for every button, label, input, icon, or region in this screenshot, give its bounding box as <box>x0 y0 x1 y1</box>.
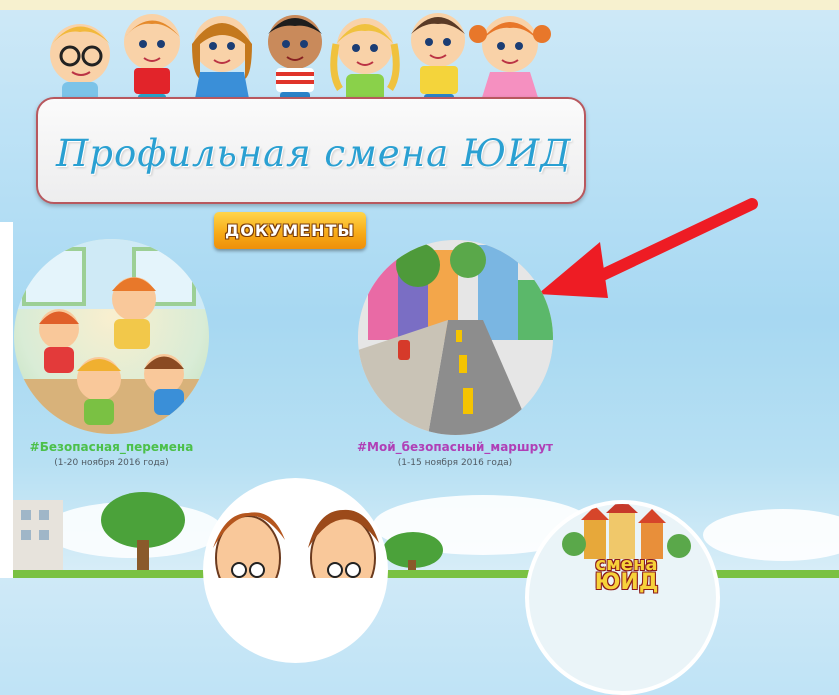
documents-button-label: ДОКУМЕНТЫ <box>225 221 355 240</box>
safe-route-card-image[interactable] <box>358 240 553 435</box>
documents-button[interactable]: ДОКУМЕНТЫ <box>214 212 366 249</box>
banner-title: Профильная смена ЮИД <box>56 132 572 175</box>
smena-yuid-logo[interactable]: смена ЮИД <box>525 500 720 695</box>
parents-card-image[interactable] <box>203 478 388 663</box>
card-date-safe-break: (1-20 ноября 2016 года) <box>54 458 169 468</box>
card-date-safe-route: (1-15 ноября 2016 года) <box>397 458 513 468</box>
left-panel-edge <box>0 222 13 578</box>
card-title-safe-route[interactable]: #Мой_безопасный_маршрут <box>330 440 580 454</box>
logo-line-2: ЮИД <box>594 570 659 595</box>
bottom-scene-illustration <box>13 492 839 578</box>
pointer-arrow-icon <box>538 198 758 298</box>
safe-break-card-image[interactable] <box>14 239 209 434</box>
card-title-safe-break[interactable]: #Безопасная_перемена <box>14 440 209 454</box>
